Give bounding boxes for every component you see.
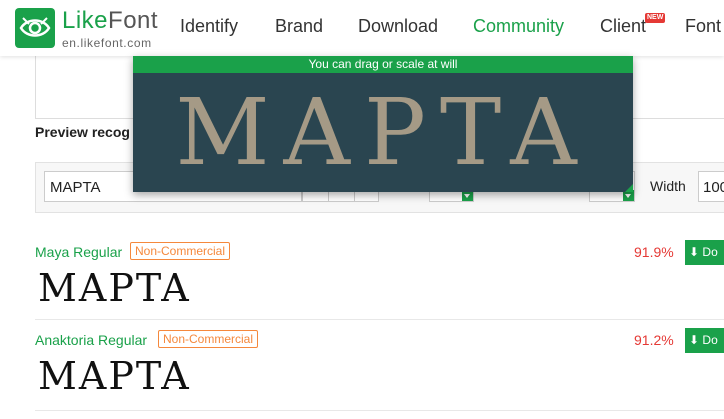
nav-font[interactable]: Font <box>685 16 721 37</box>
logo-eye-icon[interactable] <box>15 8 55 48</box>
width-label: Width <box>650 178 686 194</box>
site-header: LikeFont en.likefont.com Identify Brand … <box>0 0 724 56</box>
download-icon: ⬇ <box>689 245 700 259</box>
license-badge: Non-Commercial <box>158 330 259 348</box>
font-name-link[interactable]: Anaktoria Regular <box>35 332 147 348</box>
nav-download[interactable]: Download <box>358 16 438 37</box>
download-icon: ⬇ <box>689 333 700 347</box>
nav-identify[interactable]: Identify <box>180 16 238 37</box>
width-input[interactable]: 100 <box>698 171 724 202</box>
preview-popup[interactable]: You can drag or scale at will MAPTA <box>133 56 633 192</box>
match-percent: 91.9% <box>634 244 674 260</box>
font-sample: MAPTA <box>38 354 191 398</box>
logo-domain: en.likefont.com <box>62 36 152 50</box>
popup-sample-text: MAPTA <box>175 79 591 186</box>
nav-brand[interactable]: Brand <box>275 16 323 37</box>
divider <box>35 319 724 320</box>
download-button[interactable]: ⬇ Do <box>685 240 724 265</box>
match-percent: 91.2% <box>634 332 674 348</box>
preview-label: Preview recog <box>35 124 130 140</box>
logo-like: Like <box>62 7 109 34</box>
download-label: Do <box>702 333 718 347</box>
download-label: Do <box>702 245 718 259</box>
logo-text[interactable]: LikeFont <box>62 7 158 35</box>
nav-community[interactable]: Community <box>473 16 564 37</box>
nav-client[interactable]: Client <box>600 16 646 37</box>
license-badge: Non-Commercial <box>130 242 231 260</box>
download-button[interactable]: ⬇ Do <box>685 328 724 353</box>
divider <box>35 410 724 411</box>
popup-hint: You can drag or scale at will <box>133 56 633 73</box>
new-badge: NEW <box>645 13 666 23</box>
resize-handle[interactable] <box>625 184 633 192</box>
font-name-link[interactable]: Maya Regular <box>35 244 122 260</box>
font-sample: MAPTA <box>38 266 191 310</box>
logo-font: Font <box>108 7 159 34</box>
